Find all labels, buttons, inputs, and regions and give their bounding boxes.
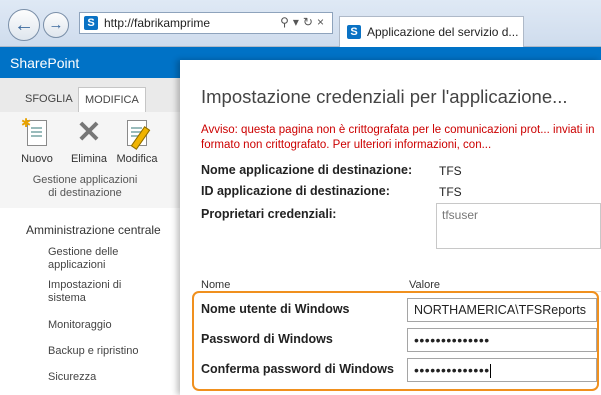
browser-chrome: ← → S http://fabrikamprime ⚲▾↻× S Applic… [0,0,601,47]
target-app-name-value: TFS [439,164,462,178]
back-arrow-icon[interactable]: ← [8,9,40,41]
address-bar[interactable]: S http://fabrikamprime ⚲▾↻× [79,12,333,34]
confirm-password-input[interactable]: •••••••••••••• [407,358,597,382]
tab-sfoglia[interactable]: SFOGLIA [19,87,79,112]
delete-button-label: Elimina [70,153,108,165]
windows-username-input[interactable]: NORTHAMERICA\TFSReports [407,298,597,322]
owners-value: tfsuser [442,208,479,222]
ribbon: SFOGLIA MODIFICA ✱ Nuovo ✕ Elimina Modif… [0,78,180,208]
nav-item-monitoraggio[interactable]: Monitoraggio [48,319,112,332]
owners-field[interactable]: tfsuser [436,203,601,249]
confirm-password-value: •••••••••••••• [414,362,490,378]
sharepoint-tab-icon: S [347,25,361,39]
windows-password-input[interactable]: •••••••••••••• [407,328,597,352]
tab-modifica[interactable]: MODIFICA [78,87,146,112]
nav-item-sicurezza[interactable]: Sicurezza [48,371,96,384]
windows-password-label: Password di Windows [201,332,333,346]
new-button-label: Nuovo [21,153,53,165]
sharepoint-icon: S [84,16,98,30]
target-app-id-label: ID applicazione di destinazione: [201,184,390,198]
nav-item-impostazioni-sistema[interactable]: Impostazioni di sistema [48,279,128,305]
nav-item-backup-ripristino[interactable]: Backup e ripristino [48,345,139,358]
target-app-name-label: Nome applicazione di destinazione: [201,163,413,177]
delete-button[interactable]: ✕ Elimina [68,116,110,166]
new-document-icon: ✱ [21,116,53,148]
edit-document-icon [121,118,153,150]
nav-heading[interactable]: Amministrazione centrale [26,223,161,237]
sharepoint-title[interactable]: SharePoint [10,55,79,71]
column-header-name: Nome [201,279,231,291]
stop-icon[interactable]: × [317,15,328,29]
target-app-id-value: TFS [439,185,462,199]
text-cursor [489,364,491,379]
new-button[interactable]: ✱ Nuovo [16,116,58,165]
ribbon-group-label: Gestione applicazioni di destinazione [32,174,138,199]
owners-label: Proprietari credenziali: [201,207,337,221]
edit-button-label: Modifica [116,153,158,165]
forward-arrow-icon[interactable]: → [43,12,69,38]
address-actions[interactable]: ⚲▾↻× [280,15,328,29]
column-header-value: Valore [409,279,440,291]
tab-title: Applicazione del servizio d... [367,25,519,39]
nav-item-gestione-applicazioni[interactable]: Gestione delle applicazioni [48,246,138,272]
search-icon[interactable]: ⚲ [280,15,293,29]
ribbon-tabs: SFOGLIA MODIFICA [0,78,180,112]
confirm-password-label: Conferma password di Windows [201,362,394,376]
refresh-icon[interactable]: ↻ [303,15,317,29]
edit-button[interactable]: Modifica [116,118,158,165]
address-url[interactable]: http://fabrikamprime [104,16,210,30]
browser-tab[interactable]: S Applicazione del servizio d... [339,16,524,47]
delete-x-icon: ✕ [76,116,102,149]
left-navigation: Amministrazione centrale Gestione delle … [0,208,180,395]
credentials-dialog: Impostazione credenziali per l'applicazi… [180,60,601,395]
dropdown-icon[interactable]: ▾ [293,15,303,29]
windows-username-label: Nome utente di Windows [201,302,350,316]
dialog-title: Impostazione credenziali per l'applicazi… [201,86,568,107]
security-warning: Avviso: questa pagina non è crittografat… [201,124,595,151]
